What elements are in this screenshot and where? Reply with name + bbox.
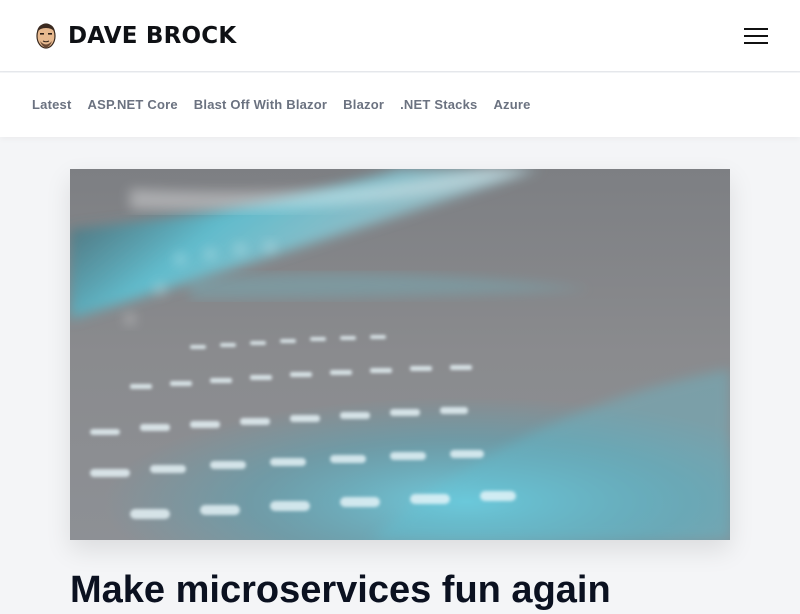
nav-link-blast-off-with-blazor[interactable]: Blast Off With Blazor (194, 97, 327, 113)
category-nav: Latest ASP.NET Core Blast Off With Blazo… (0, 73, 800, 137)
featured-post-title[interactable]: Make microservices fun again (70, 566, 611, 614)
category-list: Latest ASP.NET Core Blast Off With Blazo… (32, 97, 531, 113)
nav-link-aspnet-core[interactable]: ASP.NET Core (88, 97, 178, 113)
hamburger-menu-icon (744, 28, 768, 30)
hamburger-menu-button[interactable] (740, 24, 772, 48)
site-logo[interactable]: DAVE BROCK (34, 20, 236, 52)
nav-link-azure[interactable]: Azure (493, 97, 530, 113)
site-header: DAVE BROCK (0, 0, 800, 72)
nav-link-blazor[interactable]: Blazor (343, 97, 384, 113)
nav-link-dotnet-stacks[interactable]: .NET Stacks (400, 97, 477, 113)
nav-link-latest[interactable]: Latest (32, 97, 72, 113)
face-avatar-icon (36, 23, 56, 49)
featured-post-image[interactable] (70, 169, 730, 540)
keyboard-photo (70, 169, 730, 540)
site-name: DAVE BROCK (68, 23, 237, 49)
